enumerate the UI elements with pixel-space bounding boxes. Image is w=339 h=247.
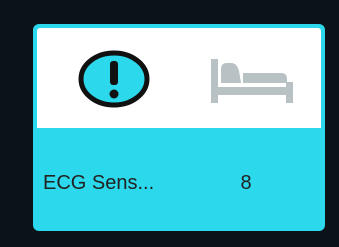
exclamation-circle-icon <box>78 50 150 108</box>
bed-icon <box>211 59 293 103</box>
sensor-name: ECG Sens... <box>43 172 155 194</box>
sensor-value: 8 <box>240 172 252 194</box>
sensor-card[interactable]: ECG Sens... 8 <box>33 24 325 231</box>
card-info-area: ECG Sens... 8 <box>33 128 325 231</box>
card-status-area <box>37 28 321 128</box>
